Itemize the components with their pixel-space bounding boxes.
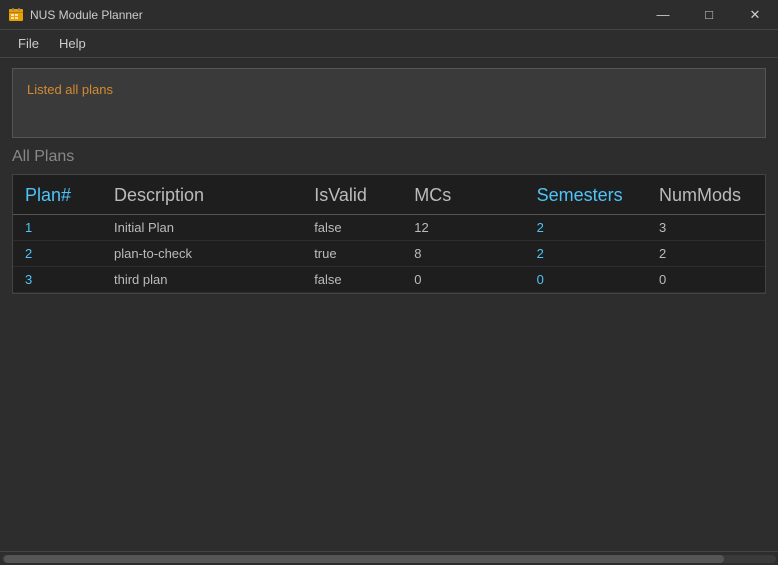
cell-isvalid-3: false: [302, 267, 402, 293]
plans-title: All Plans: [12, 148, 766, 166]
cell-semesters-1: 2: [525, 215, 647, 241]
col-header-nummods: NumMods: [647, 175, 765, 215]
cell-isvalid-2: true: [302, 241, 402, 267]
col-header-mcs: MCs: [402, 175, 524, 215]
cell-plan-num-2: 2: [13, 241, 102, 267]
cell-semesters-3: 0: [525, 267, 647, 293]
col-header-isvalid: IsValid: [302, 175, 402, 215]
cell-mcs-2: 8: [402, 241, 524, 267]
app-icon: [8, 7, 24, 23]
maximize-button[interactable]: □: [686, 0, 732, 30]
table-row[interactable]: 2 plan-to-check true 8 2 2: [13, 241, 765, 267]
status-area: Listed all plans: [12, 68, 766, 138]
cell-mcs-3: 0: [402, 267, 524, 293]
menu-help[interactable]: Help: [49, 32, 96, 55]
cell-semesters-2: 2: [525, 241, 647, 267]
table-header-row: Plan# Description IsValid MCs Semesters …: [13, 175, 765, 215]
plans-section: All Plans Plan# Description IsValid MCs …: [12, 148, 766, 294]
scrollbar-area[interactable]: [0, 551, 778, 565]
plans-table-container: Plan# Description IsValid MCs Semesters …: [12, 174, 766, 294]
cell-isvalid-1: false: [302, 215, 402, 241]
col-header-description: Description: [102, 175, 302, 215]
cell-description-1: Initial Plan: [102, 215, 302, 241]
window-title: NUS Module Planner: [30, 8, 143, 22]
menu-file[interactable]: File: [8, 32, 49, 55]
title-bar-left: NUS Module Planner: [8, 7, 143, 23]
title-bar: NUS Module Planner — □ ✕: [0, 0, 778, 30]
close-button[interactable]: ✕: [732, 0, 778, 30]
minimize-button[interactable]: —: [640, 0, 686, 30]
cell-nummods-2: 2: [647, 241, 765, 267]
table-row[interactable]: 3 third plan false 0 0 0: [13, 267, 765, 293]
table-row[interactable]: 1 Initial Plan false 12 2 3: [13, 215, 765, 241]
status-message: Listed all plans: [27, 82, 113, 97]
col-header-semesters: Semesters: [525, 175, 647, 215]
plans-tbody: 1 Initial Plan false 12 2 3 2 plan-to-ch…: [13, 215, 765, 293]
plans-table: Plan# Description IsValid MCs Semesters …: [13, 175, 765, 293]
cell-mcs-1: 12: [402, 215, 524, 241]
cell-plan-num-1: 1: [13, 215, 102, 241]
col-header-plan: Plan#: [13, 175, 102, 215]
window-controls: — □ ✕: [640, 0, 778, 30]
cell-nummods-1: 3: [647, 215, 765, 241]
cell-nummods-3: 0: [647, 267, 765, 293]
cell-description-2: plan-to-check: [102, 241, 302, 267]
cell-plan-num-3: 3: [13, 267, 102, 293]
menu-bar: File Help: [0, 30, 778, 58]
cell-description-3: third plan: [102, 267, 302, 293]
scrollbar-thumb[interactable]: [4, 555, 724, 563]
scrollbar-track: [2, 555, 776, 563]
